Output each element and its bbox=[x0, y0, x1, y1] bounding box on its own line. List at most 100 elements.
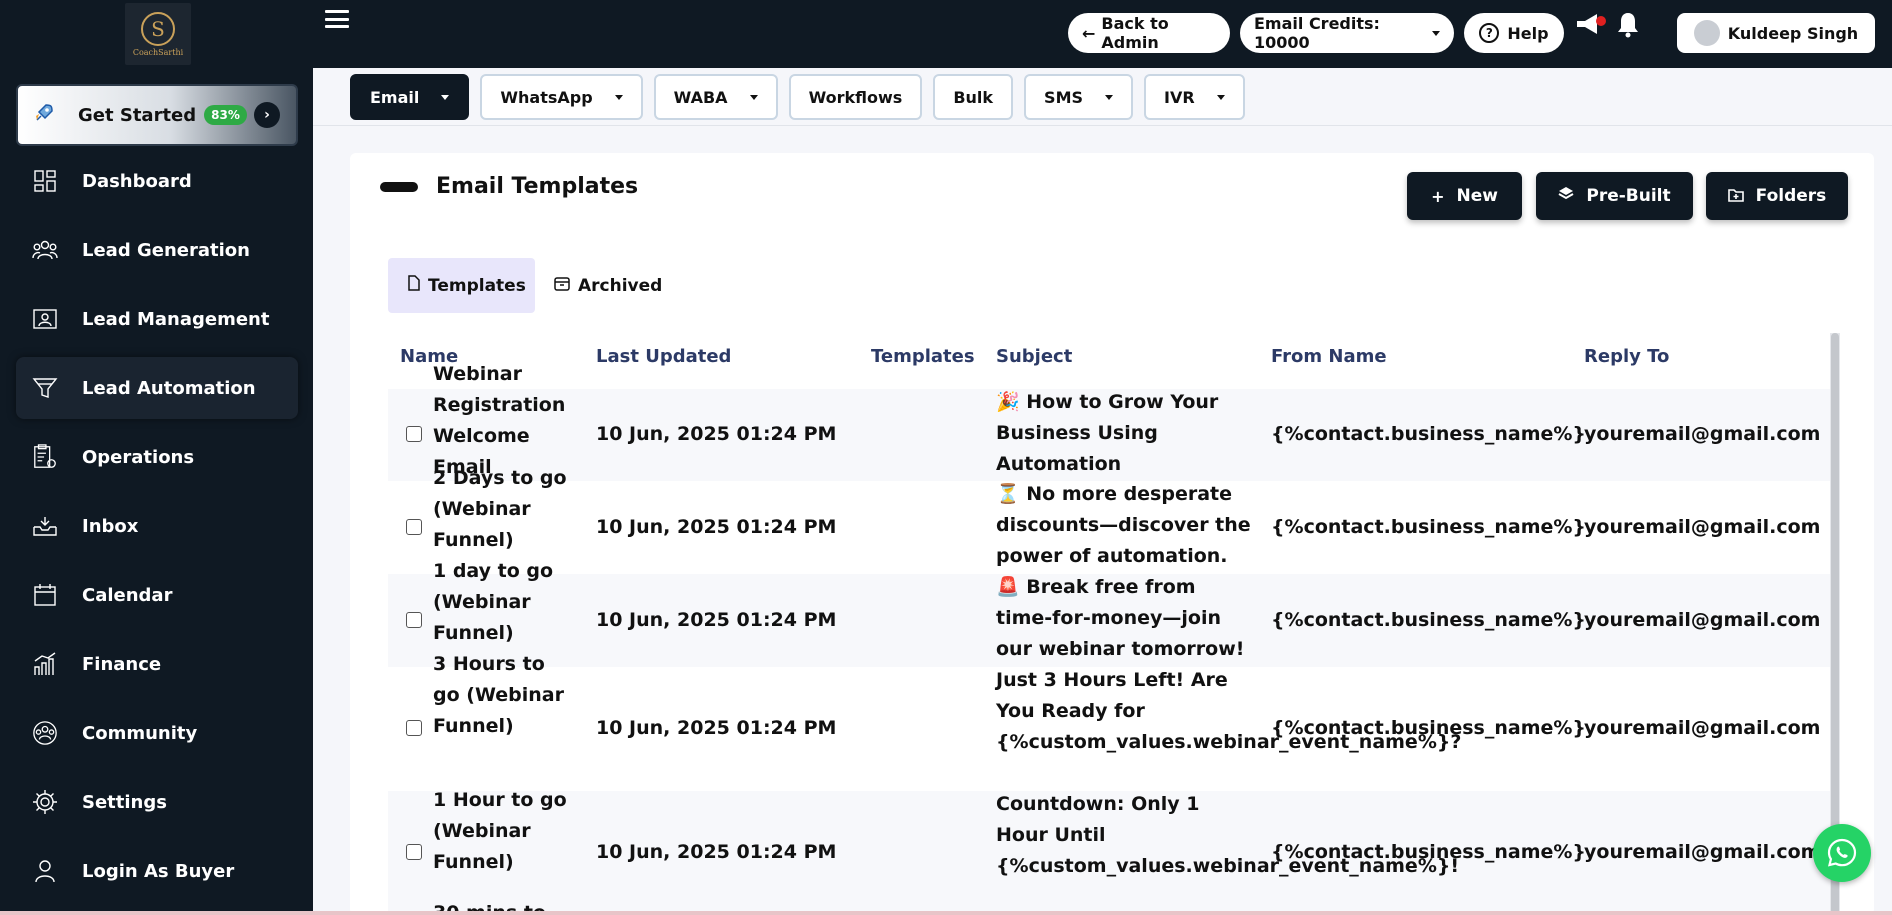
logo-mark: S bbox=[141, 11, 175, 46]
cell-name[interactable]: 1 Hour to go (Webinar Funnel) bbox=[433, 785, 573, 878]
folders-button[interactable]: Folders bbox=[1706, 172, 1848, 220]
sidebar-item-lead-automation[interactable]: Lead Automation bbox=[16, 357, 298, 419]
whatsapp-chat-button[interactable] bbox=[1813, 824, 1871, 882]
back-to-admin-button[interactable]: ← Back to Admin bbox=[1068, 13, 1230, 53]
cell-from-name: {%contact.business_name%} bbox=[1271, 423, 1586, 445]
row-checkbox[interactable] bbox=[406, 426, 422, 442]
tab-label: WhatsApp bbox=[500, 87, 593, 107]
megaphone-icon[interactable] bbox=[1573, 10, 1607, 44]
tab-label: Bulk bbox=[953, 87, 994, 107]
sidebar-item-lead-generation[interactable]: Lead Generation bbox=[16, 219, 298, 281]
tab-label: IVR bbox=[1164, 87, 1195, 107]
row-checkbox[interactable] bbox=[406, 720, 422, 736]
back-to-admin-label: Back to Admin bbox=[1101, 14, 1169, 52]
hamburger-menu-icon[interactable] bbox=[325, 8, 349, 30]
cell-from-name: {%contact.business_name%} bbox=[1271, 717, 1586, 739]
table-header: Name Last Updated Templates Subject From… bbox=[400, 346, 1830, 376]
sidebar-item-finance[interactable]: Finance bbox=[16, 633, 298, 695]
channel-tabs: Email WhatsApp WABA Workflows Bulk SMS IVR bbox=[350, 74, 1245, 120]
sidebar-item-inbox[interactable]: Inbox bbox=[16, 495, 298, 557]
pre-built-button[interactable]: Pre-Built bbox=[1536, 172, 1693, 220]
help-icon: ? bbox=[1479, 23, 1500, 43]
table-row[interactable]: 2 Days to go (Webinar Funnel) 10 Jun, 202… bbox=[388, 467, 1832, 574]
column-header-reply-to[interactable]: Reply To bbox=[1584, 346, 1669, 367]
logo-text: CoachSarthi bbox=[132, 47, 184, 57]
divider bbox=[313, 125, 1892, 126]
table-row[interactable]: 1 day to go (Webinar Funnel) 10 Jun, 2025… bbox=[388, 560, 1832, 667]
tab-email[interactable]: Email bbox=[350, 74, 470, 120]
caret-down-icon bbox=[614, 94, 623, 100]
tab-ivr[interactable]: IVR bbox=[1144, 74, 1245, 120]
cell-last-updated: 10 Jun, 2025 01:24 PM bbox=[596, 841, 837, 863]
table-row[interactable]: 1 Hour to go (Webinar Funnel) 10 Jun, 202… bbox=[388, 789, 1832, 915]
table-row[interactable]: 3 Hours to go (Webinar Funnel) 10 Jun, 20… bbox=[388, 653, 1832, 791]
caret-down-icon bbox=[441, 94, 450, 100]
tab-bulk[interactable]: Bulk bbox=[933, 74, 1014, 120]
sidebar-item-operations[interactable]: Operations bbox=[16, 426, 298, 488]
sidebar-item-community[interactable]: Community bbox=[16, 702, 298, 764]
sidebar-item-login-as-buyer[interactable]: Login As Buyer bbox=[16, 840, 298, 902]
row-checkbox[interactable] bbox=[406, 518, 422, 535]
cell-last-updated: 10 Jun, 2025 01:24 PM bbox=[596, 717, 837, 739]
tab-waba[interactable]: WABA bbox=[653, 74, 778, 120]
sidebar-item-settings[interactable]: Settings bbox=[16, 771, 298, 833]
email-credits-label: Email Credits: 10000 bbox=[1254, 14, 1380, 52]
funnel-icon bbox=[32, 375, 58, 401]
cell-last-updated: 10 Jun, 2025 01:24 PM bbox=[596, 423, 837, 445]
new-template-button[interactable]: + New bbox=[1407, 172, 1522, 220]
column-header-from-name[interactable]: From Name bbox=[1271, 346, 1387, 367]
sidebar-item-calendar[interactable]: Calendar bbox=[16, 564, 298, 626]
title-accent-bar bbox=[380, 182, 418, 192]
tab-templates-label: Templates bbox=[428, 275, 526, 296]
cell-subject: 🎉 How to Grow Your Business Using Automa… bbox=[996, 391, 1219, 475]
gear-icon bbox=[32, 789, 58, 815]
help-button[interactable]: ? Help bbox=[1464, 13, 1564, 53]
sidebar-item-dashboard[interactable]: Dashboard bbox=[16, 150, 298, 212]
users-icon bbox=[32, 237, 58, 263]
row-checkbox[interactable] bbox=[406, 844, 422, 860]
help-label: Help bbox=[1507, 23, 1549, 43]
tab-templates[interactable]: Templates bbox=[388, 258, 535, 313]
tab-whatsapp[interactable]: WhatsApp bbox=[480, 74, 643, 120]
user-icon bbox=[32, 858, 58, 884]
cell-name[interactable]: 1 day to go (Webinar Funnel) bbox=[433, 556, 573, 649]
cell-reply-to: youremail@gmail.com bbox=[1584, 608, 1821, 631]
folders-label: Folders bbox=[1755, 186, 1827, 206]
inbox-icon bbox=[32, 513, 58, 539]
tab-archived[interactable]: Archived bbox=[534, 258, 684, 313]
cell-subject: ⏳ No more desperate discounts—discover t… bbox=[996, 483, 1251, 567]
caret-down-icon bbox=[1105, 94, 1114, 100]
tab-workflows[interactable]: Workflows bbox=[788, 74, 923, 120]
sidebar-item-label: Calendar bbox=[82, 584, 173, 606]
cell-from-name: {%contact.business_name%} bbox=[1271, 515, 1586, 538]
coachsarthi-logo[interactable]: S CoachSarthi bbox=[125, 3, 191, 65]
tab-label: Workflows bbox=[808, 87, 903, 107]
bell-icon[interactable] bbox=[1615, 10, 1641, 44]
tab-archived-label: Archived bbox=[578, 275, 663, 296]
tab-sms[interactable]: SMS bbox=[1024, 74, 1134, 120]
user-profile-menu[interactable]: Kuldeep Singh bbox=[1677, 13, 1875, 53]
email-credits-dropdown[interactable]: Email Credits: 10000 bbox=[1240, 13, 1454, 53]
plus-icon: + bbox=[1431, 186, 1445, 206]
archive-icon bbox=[554, 276, 570, 296]
column-header-subject[interactable]: Subject bbox=[996, 346, 1072, 367]
cell-reply-to: youremail@gmail.com bbox=[1584, 717, 1821, 739]
new-label: New bbox=[1456, 186, 1498, 206]
id-card-icon bbox=[32, 306, 58, 332]
layers-icon bbox=[1558, 186, 1574, 206]
sidebar-item-label: Community bbox=[82, 722, 198, 744]
sidebar-item-label: Operations bbox=[82, 446, 195, 468]
folder-plus-icon bbox=[1727, 187, 1744, 206]
chevron-right-icon[interactable]: › bbox=[254, 102, 280, 128]
cell-name[interactable]: 2 Days to go (Webinar Funnel) bbox=[433, 463, 573, 556]
table-row[interactable]: Webinar Registration Welcome Email 10 Jun… bbox=[388, 363, 1832, 481]
sidebar-item-lead-management[interactable]: Lead Management bbox=[16, 288, 298, 350]
get-started-button[interactable]: Get Started 83% › bbox=[16, 84, 298, 146]
column-header-templates[interactable]: Templates bbox=[871, 346, 975, 367]
notification-area bbox=[1573, 10, 1641, 44]
sidebar-item-label: Inbox bbox=[82, 515, 139, 537]
get-started-label: Get Started bbox=[78, 104, 197, 126]
row-checkbox[interactable] bbox=[406, 611, 422, 628]
column-header-last-updated[interactable]: Last Updated bbox=[596, 346, 731, 367]
cell-name[interactable]: 3 Hours to go (Webinar Funnel) bbox=[433, 649, 573, 742]
